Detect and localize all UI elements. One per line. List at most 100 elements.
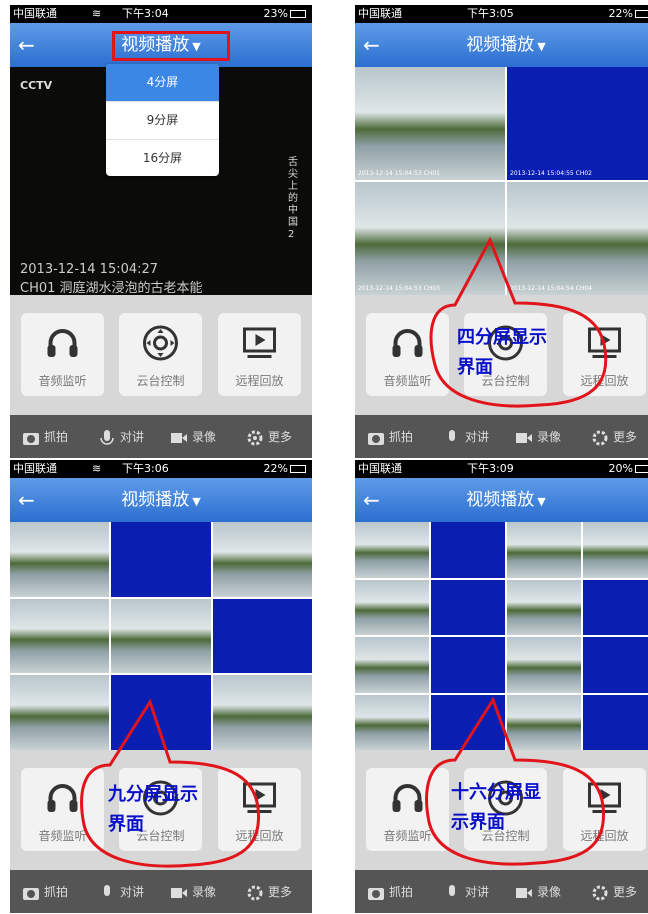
video-cell[interactable] xyxy=(583,694,648,750)
video-cell[interactable] xyxy=(431,522,505,578)
menu-item-9-split[interactable]: 9分屏 xyxy=(106,102,219,140)
audio-monitor-button[interactable]: 音频监听 xyxy=(366,768,449,851)
callout-line: 九分屏显示 xyxy=(108,784,198,805)
video-cell[interactable]: 2013-12-14 15:04:53 CH01 xyxy=(355,67,505,180)
title-dropdown-toggle[interactable]: 视频播放 ▼ xyxy=(355,34,648,58)
menu-item-16-split[interactable]: 16分屏 xyxy=(106,140,219,176)
video-cell[interactable] xyxy=(355,579,429,635)
video-cell[interactable] xyxy=(583,522,648,578)
callout-line: 四分屏显示 xyxy=(457,327,547,348)
camera-icon xyxy=(23,887,39,900)
snapshot-button[interactable]: 抓拍 xyxy=(22,427,68,447)
talk-button[interactable]: 对讲 xyxy=(443,882,489,902)
record-button[interactable]: 录像 xyxy=(170,427,216,447)
video-cell[interactable] xyxy=(212,598,312,674)
battery-percent: 23% xyxy=(263,7,288,20)
video-cell[interactable]: 2013-12-14 15:04:55 CH02 xyxy=(507,67,648,180)
record-label: 录像 xyxy=(537,885,562,899)
video-cell[interactable] xyxy=(583,637,648,693)
snapshot-button[interactable]: 抓拍 xyxy=(22,882,68,902)
audio-monitor-label: 音频监听 xyxy=(383,829,432,843)
video-cell[interactable]: 2013-12-14 15:04:54 CH04 xyxy=(507,182,648,295)
video-cell[interactable] xyxy=(507,579,581,635)
callout-line: 示界面 xyxy=(451,812,505,833)
monitor-play-icon xyxy=(588,327,621,358)
talk-label: 对讲 xyxy=(465,430,490,444)
audio-monitor-button[interactable]: 音频监听 xyxy=(21,313,104,396)
audio-monitor-button[interactable]: 音频监听 xyxy=(366,313,449,396)
video-cell[interactable] xyxy=(111,598,211,674)
nav-bar: ← 视频播放 ▼ xyxy=(355,478,648,522)
record-label: 录像 xyxy=(192,885,217,899)
remote-playback-button[interactable]: 远程回放 xyxy=(563,313,646,396)
remote-playback-label: 远程回放 xyxy=(580,374,629,388)
record-label: 录像 xyxy=(192,430,217,444)
carrier-label: 中国联通 xyxy=(358,462,402,475)
snapshot-button[interactable]: 抓拍 xyxy=(367,882,413,902)
video-cell[interactable] xyxy=(355,694,429,750)
battery-icon xyxy=(290,465,306,473)
more-button[interactable]: 更多 xyxy=(246,427,292,447)
battery-indicator: 22% xyxy=(609,5,648,23)
talk-button[interactable]: 对讲 xyxy=(443,427,489,447)
video-cell[interactable] xyxy=(507,522,581,578)
ptz-control-button[interactable]: 云台控制 xyxy=(119,313,202,396)
video-cell[interactable]: 2013-12-14 15:04:53 CH03 xyxy=(355,182,505,295)
video-cell[interactable] xyxy=(583,579,648,635)
record-button[interactable]: 录像 xyxy=(515,882,561,902)
title-dropdown-toggle[interactable]: 视频播放 ▼ xyxy=(10,489,312,513)
remote-playback-button[interactable]: 远程回放 xyxy=(563,768,646,851)
video-camera-icon xyxy=(516,887,532,898)
video-cell[interactable] xyxy=(10,522,110,597)
video-grid-9 xyxy=(10,522,312,750)
video-cell[interactable] xyxy=(10,598,110,674)
video-cell[interactable] xyxy=(355,637,429,693)
more-label: 更多 xyxy=(613,885,638,899)
remote-playback-button[interactable]: 远程回放 xyxy=(218,768,301,851)
monitor-play-icon xyxy=(243,782,276,813)
video-cell[interactable] xyxy=(212,522,312,597)
monitor-play-icon xyxy=(243,327,276,358)
snapshot-button[interactable]: 抓拍 xyxy=(367,427,413,447)
nav-bar: ← 视频播放 ▼ xyxy=(355,23,648,67)
talk-button[interactable]: 对讲 xyxy=(98,882,144,902)
snapshot-label: 抓拍 xyxy=(389,430,414,444)
monitor-play-icon xyxy=(588,782,621,813)
screen-4-split: 中国联通 下午3:05 22% ← 视频播放 ▼ 2013-12-14 15:04… xyxy=(355,5,648,458)
video-cell[interactable] xyxy=(212,675,312,750)
video-timestamp: 2013-12-14 15:04:27 CH01 洞庭湖水浸泡的古老本能 xyxy=(20,262,203,296)
channel-logo: CCTV xyxy=(20,79,53,92)
snapshot-label: 抓拍 xyxy=(44,430,69,444)
title-dropdown-toggle[interactable]: 视频播放 ▼ xyxy=(355,489,648,513)
status-bar: 中国联通 ≋ 下午3:06 22% xyxy=(10,460,312,478)
more-button[interactable]: 更多 xyxy=(591,427,637,447)
microphone-icon xyxy=(449,429,455,441)
carrier-label: 中国联通 xyxy=(13,7,57,20)
wifi-icon: ≋ xyxy=(92,462,102,475)
remote-playback-label: 远程回放 xyxy=(235,829,284,843)
cell-label: 2013-12-14 15:04:54 CH04 xyxy=(510,285,592,292)
video-cell[interactable] xyxy=(355,522,429,578)
more-button[interactable]: 更多 xyxy=(591,882,637,902)
video-cell[interactable] xyxy=(507,637,581,693)
video-vertical-caption: 舌尖上的中国2 xyxy=(288,157,298,240)
video-cell[interactable] xyxy=(431,694,505,750)
more-button[interactable]: 更多 xyxy=(246,882,292,902)
camera-icon xyxy=(368,432,384,445)
caret-down-icon: ▼ xyxy=(537,495,546,508)
audio-monitor-button[interactable]: 音频监听 xyxy=(21,768,104,851)
menu-item-4-split[interactable]: 4分屏 xyxy=(106,64,219,102)
function-panel: 音频监听 云台控制 远程回放 xyxy=(10,295,312,415)
microphone-icon xyxy=(100,429,114,445)
record-button[interactable]: 录像 xyxy=(515,427,561,447)
video-cell[interactable] xyxy=(431,579,505,635)
talk-button[interactable]: 对讲 xyxy=(98,427,144,447)
remote-playback-button[interactable]: 远程回放 xyxy=(218,313,301,396)
video-cell[interactable] xyxy=(111,675,211,750)
video-cell[interactable] xyxy=(507,694,581,750)
record-button[interactable]: 录像 xyxy=(170,882,216,902)
status-bar: 中国联通 ≋ 下午3:04 23% xyxy=(10,5,312,23)
video-cell[interactable] xyxy=(10,675,110,750)
video-cell[interactable] xyxy=(111,522,211,597)
video-cell[interactable] xyxy=(431,637,505,693)
